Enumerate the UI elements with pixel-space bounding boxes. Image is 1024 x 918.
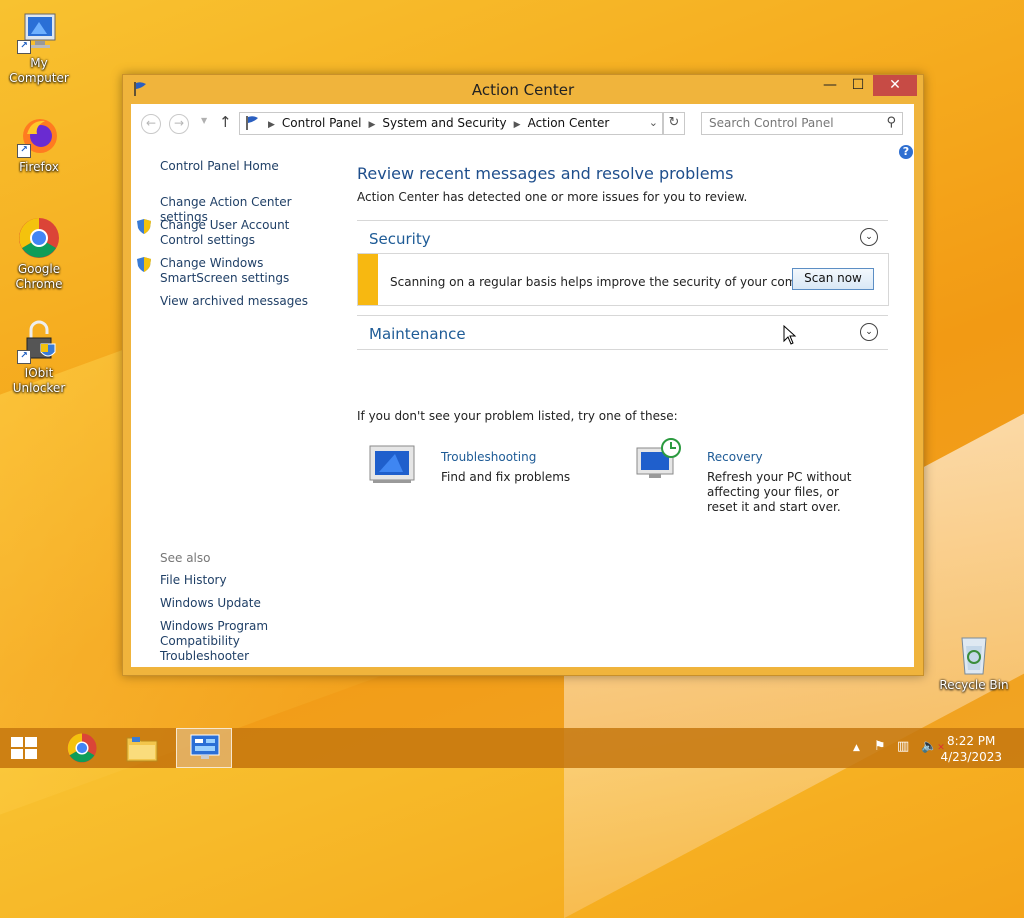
link-view-archived-messages[interactable]: View archived messages	[160, 294, 308, 309]
desktop-icon-iobit-unlocker[interactable]: ↗ IObit Unlocker	[1, 320, 77, 396]
control-panel-flag-icon	[245, 115, 261, 134]
link-control-panel-home[interactable]: Control Panel Home	[160, 159, 279, 174]
chevron-right-icon: ▶	[268, 120, 275, 130]
chevron-right-icon[interactable]: ▶	[514, 120, 521, 130]
unlocker-icon: ↗	[17, 320, 61, 364]
chevron-down-icon[interactable]: ⌄	[860, 323, 878, 341]
close-button[interactable]: ✕	[873, 75, 917, 96]
firefox-icon: ↗	[17, 114, 61, 158]
scan-now-button[interactable]: Scan now	[792, 268, 874, 290]
minimize-button[interactable]: —	[815, 75, 845, 96]
search-input[interactable]: Search Control Panel ⚲	[701, 112, 903, 135]
computer-icon: ↗	[17, 10, 61, 54]
address-bar[interactable]: ▶ Control Panel ▶ System and Security ▶ Actio…	[239, 112, 663, 135]
system-clock[interactable]: 8:22 PM 4/23/2023	[940, 733, 1002, 765]
chevron-down-icon[interactable]: ⌄	[649, 116, 658, 129]
chrome-icon	[17, 216, 61, 260]
folder-icon	[126, 737, 158, 762]
recovery-icon	[636, 438, 681, 478]
control-panel-icon	[190, 734, 220, 759]
alert-message: Scanning on a regular basis helps improv…	[390, 275, 832, 289]
taskbar-file-explorer[interactable]	[116, 728, 172, 768]
uac-shield-icon	[137, 257, 151, 272]
navigation-bar: ← → ▼ ↑ ▶ Control Panel ▶ System and Securi…	[131, 104, 914, 144]
link-program-compatibility-troubleshooter[interactable]: Windows Program Compatibility Troublesho…	[160, 619, 330, 664]
window-title: Action Center	[471, 81, 575, 99]
back-arrow-icon[interactable]: ←	[141, 114, 161, 134]
desktop-icon-my-computer[interactable]: ↗ My Computer	[1, 10, 77, 86]
desktop-icon-chrome[interactable]: Google Chrome	[1, 216, 77, 292]
try-these-text: If you don't see your problem listed, tr…	[357, 409, 678, 423]
left-navigation-pane: Control Panel Home Change Action Center …	[131, 144, 341, 667]
title-bar[interactable]: Action Center — ☐ ✕	[123, 75, 923, 103]
chevron-down-icon[interactable]: ⌄	[860, 228, 878, 246]
desktop-icon-label: My Computer	[9, 56, 69, 85]
security-alert: Scanning on a regular basis helps improv…	[357, 253, 889, 306]
maximize-button[interactable]: ☐	[843, 75, 873, 96]
task-title[interactable]: Recovery	[707, 450, 763, 464]
chrome-icon	[67, 733, 97, 763]
help-icon[interactable]: ?	[899, 145, 913, 159]
breadcrumb-action-center[interactable]: Action Center	[528, 116, 610, 130]
desktop-icon-label: Google Chrome	[15, 262, 63, 291]
link-change-smartscreen-settings[interactable]: Change Windows SmartScreen settings	[160, 256, 335, 286]
desktop-icon-firefox[interactable]: ↗ Firefox	[1, 114, 77, 175]
recycle-bin-icon	[952, 632, 996, 676]
window-client-area: ← → ▼ ↑ ▶ Control Panel ▶ System and Securi…	[131, 104, 914, 667]
desktop-icon-label: Firefox	[19, 160, 59, 174]
action-center-window: Action Center — ☐ ✕ ← → ▼ ↑ ▶ Control Pan…	[122, 74, 924, 676]
warning-severity-bar	[358, 254, 378, 305]
task-title[interactable]: Troubleshooting	[441, 450, 536, 464]
clock-time: 8:22 PM	[947, 734, 996, 748]
breadcrumb: ▶ Control Panel ▶ System and Security ▶ Actio…	[268, 116, 609, 130]
desktop-icon-label: IObit Unlocker	[12, 366, 66, 395]
network-icon[interactable]: ▥	[897, 739, 909, 754]
page-subtitle: Action Center has detected one or more i…	[357, 190, 748, 204]
action-center-flag-icon[interactable]: ⚑	[874, 739, 886, 754]
desktop-icon-label: Recycle Bin	[939, 678, 1009, 692]
section-title: Maintenance	[369, 325, 466, 343]
link-file-history[interactable]: File History	[160, 573, 227, 588]
taskbar-chrome[interactable]	[56, 728, 112, 768]
section-title: Security	[369, 230, 431, 248]
forward-arrow-icon[interactable]: →	[169, 114, 189, 134]
recent-locations-chevron-icon[interactable]: ▼	[201, 116, 207, 125]
show-hidden-icons-chevron-icon[interactable]: ▲	[853, 743, 860, 753]
breadcrumb-control-panel[interactable]: Control Panel	[282, 116, 362, 130]
taskbar: ▲ ⚑ ▥ 🔈✕ 8:22 PM 4/23/2023	[0, 728, 1024, 768]
task-description: Find and fix problems	[441, 470, 571, 484]
up-arrow-icon[interactable]: ↑	[219, 113, 232, 131]
windows-logo-icon	[11, 737, 37, 759]
maintenance-section-header[interactable]: Maintenance ⌄	[357, 315, 888, 350]
link-change-uac-settings[interactable]: Change User Account Control settings	[160, 218, 330, 248]
page-title: Review recent messages and resolve probl…	[357, 164, 734, 183]
search-placeholder: Search Control Panel	[709, 116, 834, 130]
desktop-icon-recycle-bin[interactable]: Recycle Bin	[936, 632, 1012, 693]
link-windows-update[interactable]: Windows Update	[160, 596, 261, 611]
see-also-heading: See also	[160, 551, 211, 565]
clock-date: 4/23/2023	[940, 750, 1002, 764]
troubleshooting-icon	[369, 445, 415, 483]
uac-shield-icon	[137, 219, 151, 234]
breadcrumb-system-and-security[interactable]: System and Security	[382, 116, 506, 130]
security-section-header[interactable]: Security ⌄	[357, 220, 888, 255]
start-button[interactable]	[0, 728, 56, 768]
taskbar-control-panel[interactable]	[176, 728, 232, 768]
task-description: Refresh your PC without affecting your f…	[707, 470, 852, 514]
search-icon[interactable]: ⚲	[886, 115, 896, 130]
chevron-right-icon[interactable]: ▶	[369, 120, 376, 130]
refresh-icon[interactable]: ↻	[663, 112, 685, 135]
